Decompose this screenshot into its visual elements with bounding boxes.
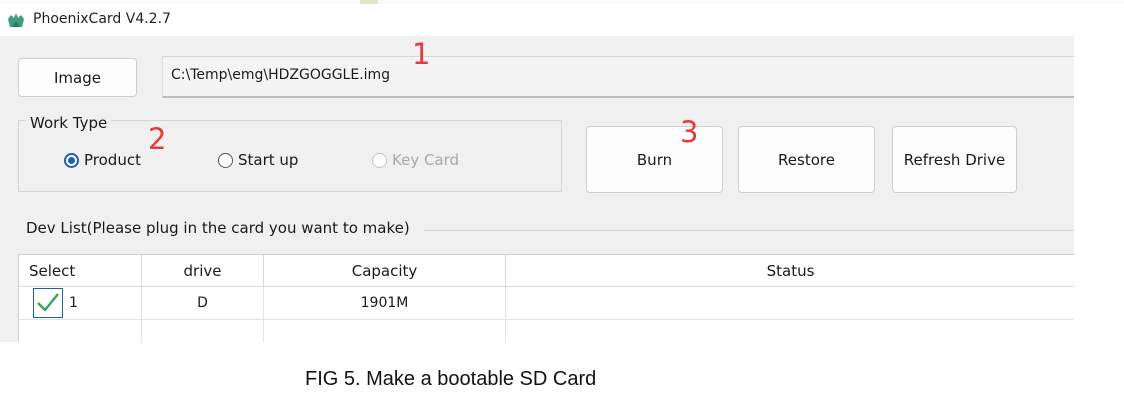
row-capacity: 1901M xyxy=(264,287,506,320)
image-path-field[interactable]: C:\Temp\emg\HDZGOGGLE.img xyxy=(162,56,1074,98)
work-type-title: Work Type xyxy=(26,114,112,132)
radio-unselected-icon xyxy=(218,152,233,168)
radio-selected-icon xyxy=(64,152,79,168)
column-header-capacity[interactable]: Capacity xyxy=(264,255,506,287)
table-row-select-cell[interactable]: 1 xyxy=(19,287,142,320)
row-index: 1 xyxy=(69,295,78,311)
refresh-drive-button[interactable]: Refresh Drive xyxy=(892,126,1017,193)
window-title: PhoenixCard V4.2.7 xyxy=(33,11,171,27)
title-bar: PhoenixCard V4.2.7 xyxy=(0,4,1074,36)
column-header-select[interactable]: Select xyxy=(19,255,142,287)
restore-button[interactable]: Restore xyxy=(738,126,875,193)
burn-button[interactable]: Burn xyxy=(586,126,723,193)
annotation-2: 2 xyxy=(148,122,167,156)
dev-list-title: Dev List(Please plug in the card you wan… xyxy=(26,219,410,237)
device-table: Select drive Capacity Status 1 D 1901M xyxy=(18,254,1074,342)
app-window: PhoenixCard V4.2.7 Image C:\Temp\emg\HDZ… xyxy=(0,4,1074,342)
empty-cell xyxy=(19,320,142,342)
row-status xyxy=(506,287,1074,320)
row-checkbox[interactable] xyxy=(33,288,63,318)
radio-key-card-label: Key Card xyxy=(392,151,460,169)
image-path-text: C:\Temp\emg\HDZGOGGLE.img xyxy=(171,67,391,83)
radio-product[interactable]: Product xyxy=(64,151,141,169)
radio-start-up-label: Start up xyxy=(238,151,299,169)
empty-cell xyxy=(506,320,1074,342)
dev-list-divider xyxy=(424,230,1074,231)
radio-disabled-icon xyxy=(372,152,387,168)
phoenix-app-icon xyxy=(8,13,24,27)
radio-product-label: Product xyxy=(84,151,141,169)
annotation-1: 1 xyxy=(412,37,431,71)
empty-cell xyxy=(264,320,506,342)
radio-start-up[interactable]: Start up xyxy=(218,151,298,169)
radio-key-card: Key Card xyxy=(372,151,459,169)
empty-cell xyxy=(142,320,264,342)
figure-caption: FIG 5. Make a bootable SD Card xyxy=(305,368,597,390)
row-drive: D xyxy=(142,287,264,320)
annotation-3: 3 xyxy=(680,115,699,149)
checkmark-icon xyxy=(37,293,59,312)
column-header-drive[interactable]: drive xyxy=(142,255,264,287)
column-header-status[interactable]: Status xyxy=(506,255,1074,287)
image-button[interactable]: Image xyxy=(18,58,137,97)
